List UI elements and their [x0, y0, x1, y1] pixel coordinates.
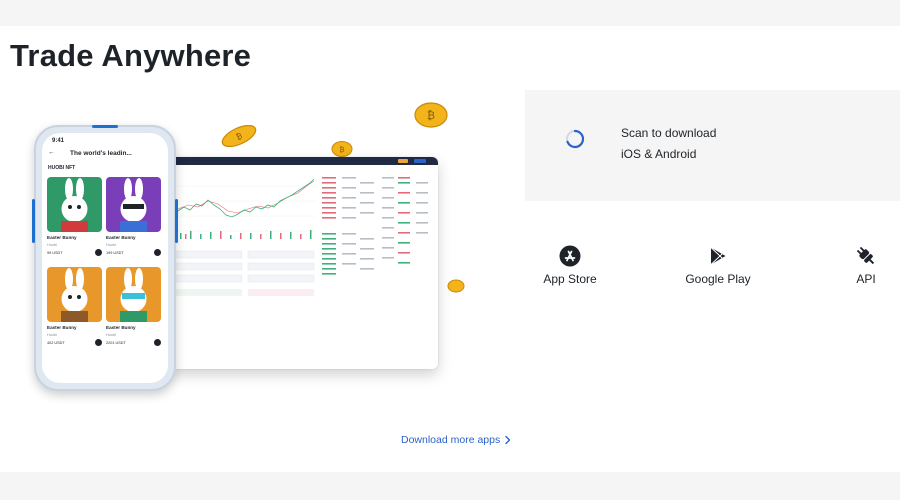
back-arrow-icon: ←: [48, 149, 55, 156]
phone-header-title: The world's leadin...: [70, 150, 132, 157]
nft-card: Easter Bunny Huobi 2201 USDT: [106, 267, 161, 357]
order-book: [322, 177, 374, 275]
buy-icon: [154, 249, 161, 256]
download-more-apps-link[interactable]: Download more apps: [401, 434, 512, 446]
api-label: API: [856, 272, 876, 286]
nft-image: [47, 267, 102, 322]
google-play-link[interactable]: Google Play: [680, 245, 756, 286]
svg-text:₿: ₿: [427, 110, 435, 122]
google-play-icon: [710, 247, 726, 265]
svg-text:₿: ₿: [339, 146, 344, 154]
coin-icon: ₿: [331, 141, 353, 157]
nft-card: Easter Bunny Huobi 99 USDT: [47, 177, 102, 267]
buy-icon: [95, 339, 102, 346]
scan-to-download-text: Scan to download: [621, 126, 717, 140]
nft-name: Easter Bunny: [47, 325, 77, 330]
phone-header: ← The world's leadin...: [42, 149, 168, 161]
coin-icon: ₿: [414, 102, 448, 128]
nft-card: Easter Bunny Huobi 199 USDT: [106, 177, 161, 267]
qr-download-panel: Scan to download iOS & Android: [525, 90, 900, 201]
trade-history: [382, 177, 428, 264]
platforms-text: iOS & Android: [621, 147, 697, 161]
nft-price: 2201 USDT: [106, 339, 161, 346]
loading-spinner-icon: [565, 129, 585, 149]
nft-card: Easter Bunny Huobi 402 USDT: [47, 267, 102, 357]
nft-image: [106, 177, 161, 232]
app-store-label: App Store: [543, 272, 597, 286]
nft-meta: Huobi: [47, 243, 57, 247]
api-link[interactable]: API: [846, 245, 886, 286]
phone-mockup: 9:41 ← The world's leadin... HUOBI NFT E…: [32, 125, 178, 391]
phone-status-time: 9:41: [52, 138, 65, 144]
phone-brand: HUOBI NFT: [48, 165, 76, 171]
desktop-trading-screenshot: [170, 157, 438, 369]
nft-price: 199 USDT: [106, 249, 161, 256]
bunny-illustration: [120, 268, 147, 322]
coin-icon: ₿: [221, 125, 257, 147]
buy-icon: [154, 339, 161, 346]
nft-name: Easter Bunny: [106, 325, 136, 330]
bunny-illustration: [61, 268, 88, 322]
google-play-label: Google Play: [685, 272, 751, 286]
chevron-right-icon: [505, 436, 511, 445]
app-store-icon: [559, 245, 581, 267]
candlestick-chart: [176, 171, 316, 241]
device-illustration: ₿ ₿ ₿ 9:41 ← The world's leadin... HUOBI…: [30, 95, 480, 395]
nft-price: 402 USDT: [47, 339, 102, 346]
desktop-nav-bar: [170, 157, 438, 165]
nft-image: [47, 177, 102, 232]
buy-icon: [95, 249, 102, 256]
bottom-band: [0, 472, 900, 500]
nft-meta: Huobi: [47, 333, 57, 337]
top-band: [0, 0, 900, 26]
bunny-illustration: [61, 178, 88, 232]
nft-meta: Huobi: [106, 333, 116, 337]
nft-price: 99 USDT: [47, 249, 102, 256]
section-title: Trade Anywhere: [10, 38, 252, 73]
nft-name: Easter Bunny: [47, 235, 77, 240]
download-more-apps-label: Download more apps: [401, 434, 501, 446]
order-form: [176, 250, 315, 296]
coin-icon: [447, 279, 465, 293]
phone-screen: 9:41 ← The world's leadin... HUOBI NFT E…: [42, 133, 168, 383]
app-store-link[interactable]: App Store: [537, 245, 603, 286]
api-plug-icon: [857, 247, 875, 265]
nft-meta: Huobi: [106, 243, 116, 247]
nft-image: [106, 267, 161, 322]
nft-name: Easter Bunny: [106, 235, 136, 240]
bunny-illustration: [120, 178, 147, 232]
